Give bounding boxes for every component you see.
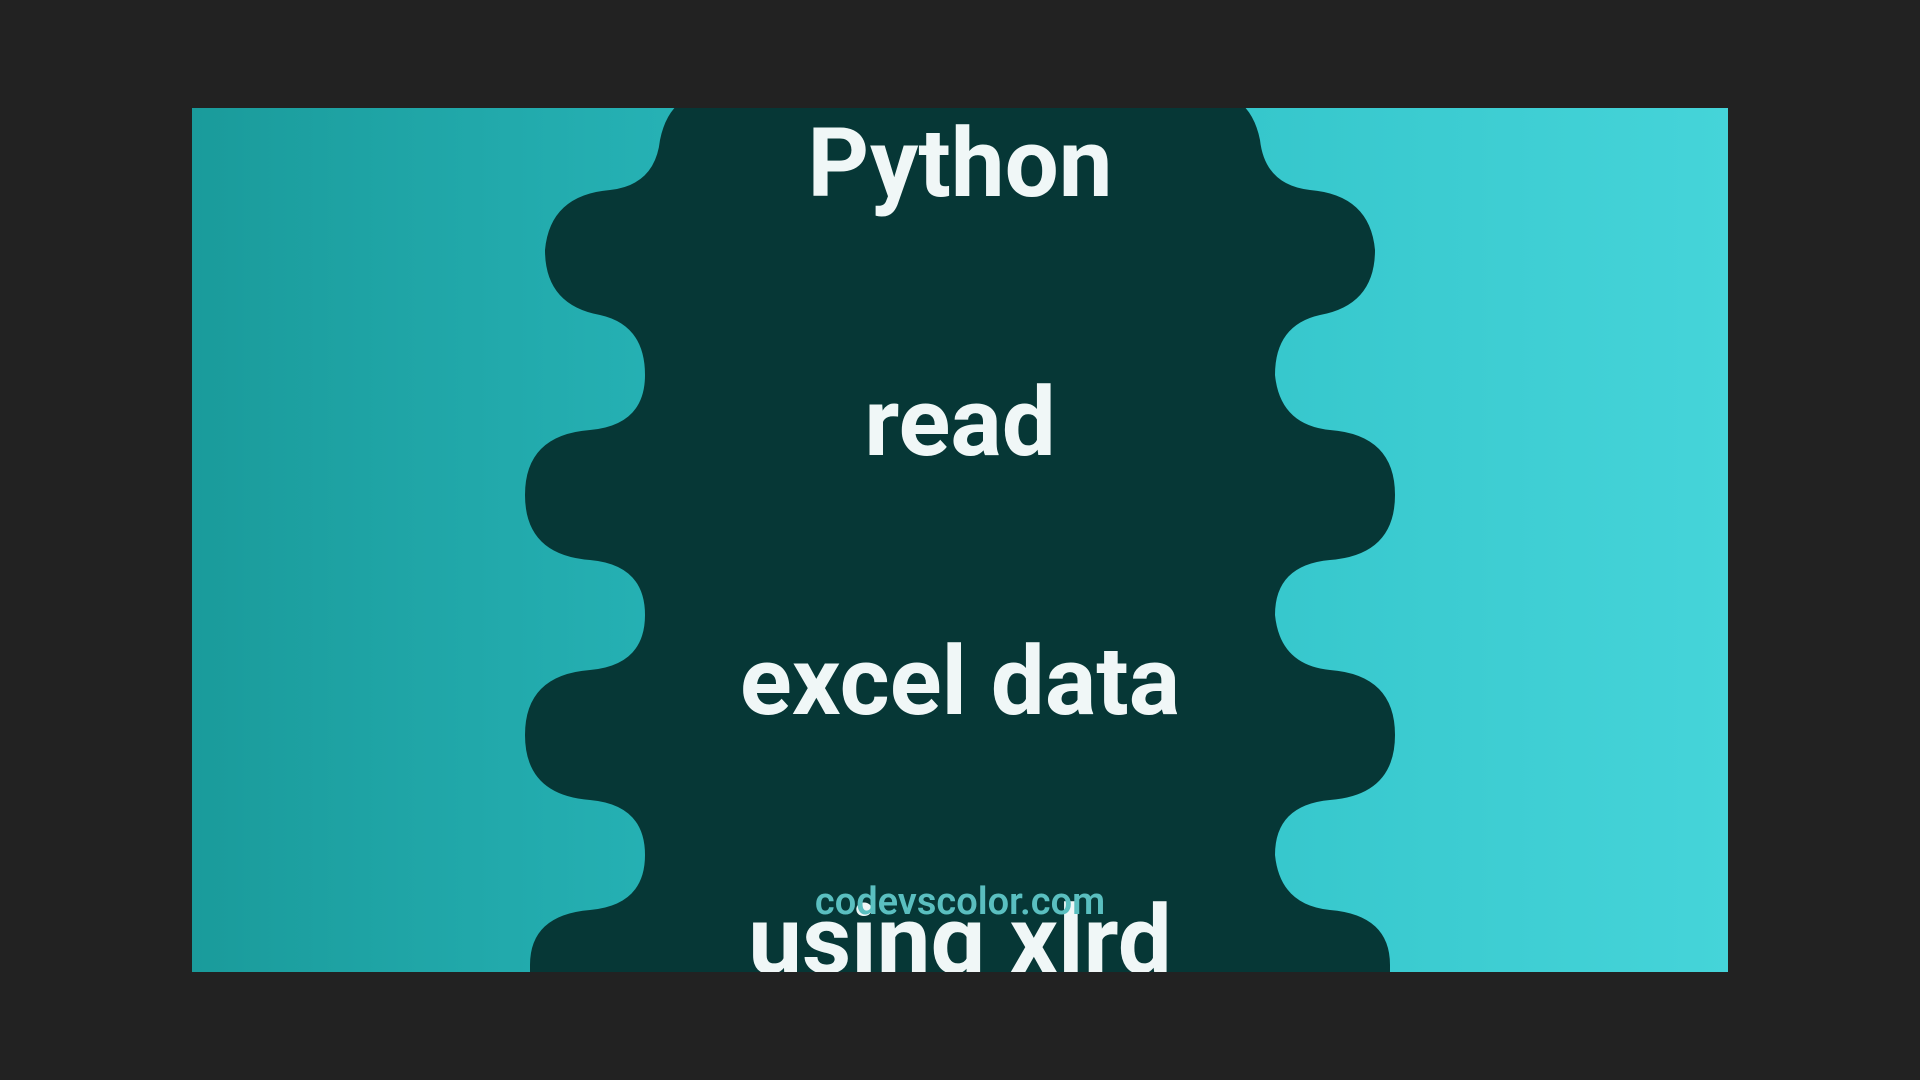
banner-graphic: Python read excel data using xlrd codevs… (192, 108, 1728, 972)
credit-text: codevscolor.com (815, 880, 1105, 924)
title-line-3: excel data (740, 626, 1180, 738)
title-line-1: Python (807, 108, 1112, 219)
title-line-2: read (864, 367, 1056, 479)
title-heading: Python read excel data using xlrd (740, 108, 1180, 972)
